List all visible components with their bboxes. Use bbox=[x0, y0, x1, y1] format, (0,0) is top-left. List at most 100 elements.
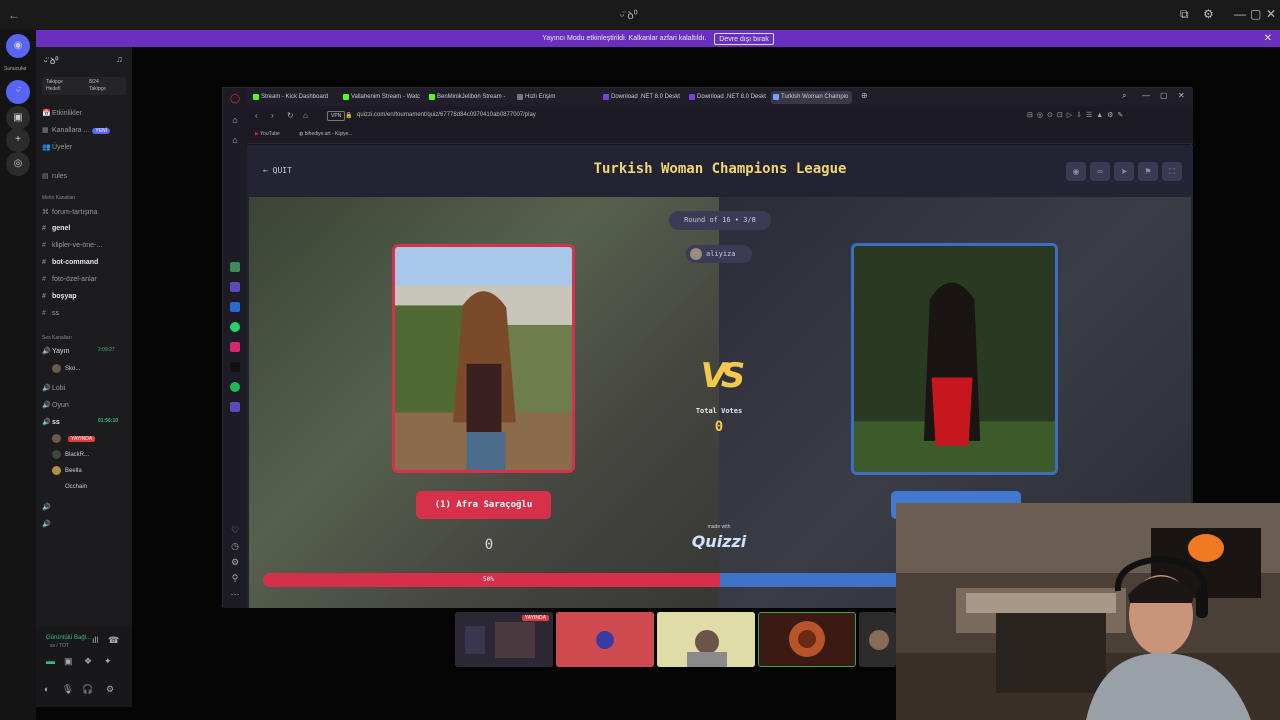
settings-icon[interactable]: ⚙ bbox=[229, 556, 241, 568]
notification-icon[interactable]: ♫ bbox=[116, 54, 123, 64]
stream-thumbnail[interactable] bbox=[556, 612, 654, 667]
voice-user[interactable]: YAYINDA bbox=[52, 434, 96, 443]
voice-channel-ss[interactable]: 🔊ss 01:56:10 bbox=[42, 418, 118, 426]
vpn-badge[interactable]: VPN bbox=[327, 111, 346, 121]
minimize-button[interactable]: — bbox=[1142, 91, 1150, 100]
opera-icon[interactable]: ◯ bbox=[229, 92, 241, 104]
voice-channel[interactable]: 🔊 bbox=[42, 503, 52, 511]
voice-channel-lobi[interactable]: 🔊Lobi bbox=[42, 384, 65, 392]
forward-icon[interactable]: › bbox=[271, 111, 274, 120]
noise-icon[interactable]: ıll bbox=[92, 635, 99, 645]
tab[interactable]: Stream - Kick Dashboard bbox=[251, 91, 328, 104]
sidebar-app-icon[interactable] bbox=[230, 262, 240, 272]
follower-goal[interactable]: Takipçe Hedefi 8/24 Takipçe bbox=[42, 77, 126, 95]
channel-bot-command[interactable]: # bot-command bbox=[42, 259, 98, 266]
channel-klipler[interactable]: # klipler-ve-öne-... bbox=[42, 242, 102, 249]
flag-icon[interactable]: ⚑ bbox=[1138, 162, 1158, 181]
tab-active[interactable]: Turkish Woman Champio bbox=[771, 91, 853, 104]
spotify-icon[interactable] bbox=[230, 382, 240, 392]
explore-icon[interactable]: ◎ bbox=[6, 152, 30, 176]
voice-channel-yayin[interactable]: 🔊Yayın 2:09:27 bbox=[42, 347, 115, 355]
screen-share-icon[interactable]: ▣ bbox=[64, 656, 73, 667]
new-tab-button[interactable]: ⊕ bbox=[861, 91, 868, 100]
x-icon[interactable] bbox=[230, 362, 240, 372]
headphones-icon[interactable]: 🎧 bbox=[82, 684, 93, 695]
more-icon[interactable]: ⋯ bbox=[229, 588, 241, 600]
sidebar-app-icon[interactable] bbox=[230, 282, 240, 292]
sidebar-item-events[interactable]: 📅Etkinlikler bbox=[42, 109, 82, 117]
back-icon[interactable]: ‹ bbox=[255, 111, 258, 120]
channel-foto[interactable]: # foto-özel-anlar bbox=[42, 276, 97, 283]
soundboard-icon[interactable]: ✦ bbox=[104, 656, 112, 667]
close-button[interactable]: ✕ bbox=[1266, 7, 1276, 21]
channel-ss[interactable]: # ss bbox=[42, 310, 59, 317]
messenger-icon[interactable] bbox=[230, 302, 240, 312]
history-icon[interactable]: ◷ bbox=[229, 540, 241, 552]
tab[interactable]: Download .NET 8.0 Deskt bbox=[601, 91, 680, 104]
pin-icon[interactable]: ⚲ bbox=[229, 572, 241, 584]
fullscreen-icon[interactable]: ⛶ bbox=[1162, 162, 1182, 181]
tab[interactable]: Download .NET 8.0 Deskt bbox=[687, 91, 766, 104]
minimize-button[interactable]: — bbox=[1234, 7, 1246, 21]
server-icon[interactable]: ▣ bbox=[6, 106, 30, 130]
tab[interactable]: Hızlı Erişim bbox=[515, 91, 555, 104]
discord-home-icon[interactable]: ◉ bbox=[6, 34, 30, 58]
tab[interactable]: Vallahenim Stream - Watc bbox=[341, 91, 420, 104]
back-arrow-icon[interactable]: ← bbox=[8, 8, 20, 22]
add-server-icon[interactable]: + bbox=[6, 128, 30, 152]
sidebar-item-members[interactable]: 👥Üyeler bbox=[42, 143, 72, 151]
toolbar-icons[interactable]: ⊟◎⊙⊡▷⇩☰▲⚙✎ bbox=[1027, 111, 1127, 119]
stream-thumbnail[interactable] bbox=[859, 612, 896, 667]
eye-icon[interactable]: ◉ bbox=[1066, 162, 1086, 181]
vote-left-button[interactable]: (1) Afra Saraçoğlu bbox=[416, 491, 551, 519]
voice-channel[interactable]: 🔊 bbox=[42, 520, 52, 528]
close-notice-icon[interactable]: ✕ bbox=[1264, 30, 1272, 47]
maximize-button[interactable]: ▢ bbox=[1250, 7, 1261, 21]
bookmark-youtube[interactable]: ▶ YouTube bbox=[255, 131, 280, 137]
sidebar-item-rules[interactable]: ▤ rules bbox=[42, 172, 67, 180]
server-name[interactable]: ᵕ̈ ꝺ⁰ bbox=[44, 54, 58, 67]
tab[interactable]: BenMinikJelibon Stream - bbox=[427, 91, 505, 104]
instagram-icon[interactable] bbox=[230, 342, 240, 352]
voice-user[interactable]: Sko... bbox=[52, 364, 80, 373]
channel-genel[interactable]: # genel bbox=[42, 225, 70, 232]
disable-streamer-mode-button[interactable]: Devre dışı bırak bbox=[714, 32, 774, 45]
whatsapp-icon[interactable] bbox=[230, 322, 240, 332]
settings-icon[interactable]: ⚙ bbox=[1203, 7, 1214, 21]
window-icon[interactable]: ⧉ bbox=[1180, 7, 1189, 22]
microphone-icon[interactable]: 🎙 bbox=[62, 684, 73, 695]
stream-thumbnail[interactable]: YAYINDA bbox=[455, 612, 553, 667]
url-input[interactable]: quizzi.com/en/tournament/quiz/67778d84c0… bbox=[357, 112, 536, 118]
stream-thumbnail[interactable] bbox=[758, 612, 856, 667]
home-icon[interactable]: ⌂ bbox=[303, 111, 308, 120]
voice-channel-oyun[interactable]: 🔊Oyun bbox=[42, 401, 69, 409]
quizzi-logo[interactable]: Quizzi bbox=[686, 532, 752, 552]
search-tabs-icon[interactable]: ⌕ bbox=[1122, 91, 1126, 101]
heart-icon[interactable]: ♡ bbox=[229, 524, 241, 536]
creator-badge[interactable]: aliyiza bbox=[686, 245, 752, 263]
contestant-left-card[interactable] bbox=[392, 244, 575, 473]
maximize-button[interactable]: ▢ bbox=[1160, 91, 1168, 100]
lock-icon[interactable]: 🔒 bbox=[345, 112, 352, 119]
link-icon[interactable]: ∞ bbox=[1090, 162, 1110, 181]
server-icon[interactable]: ᵕ̈ bbox=[6, 80, 30, 104]
voice-user[interactable]: Beella bbox=[52, 466, 82, 475]
close-button[interactable]: ✕ bbox=[1178, 91, 1185, 100]
sidebar-item-browse-channels[interactable]: ▦ Kanallara ... YENİ bbox=[42, 126, 111, 134]
stream-thumbnail[interactable] bbox=[657, 612, 755, 667]
activities-icon[interactable]: ❖ bbox=[84, 656, 92, 667]
disconnect-icon[interactable]: ☎ bbox=[108, 635, 119, 646]
text-channels-category[interactable]: Metin Kanalları bbox=[42, 195, 75, 201]
voice-channels-category[interactable]: Ses Kanalları bbox=[42, 335, 72, 341]
avatar[interactable]: ◐ bbox=[44, 684, 49, 694]
contestant-right-card[interactable] bbox=[851, 243, 1058, 475]
sidebar-app-icon[interactable] bbox=[230, 402, 240, 412]
voice-user[interactable]: BlackR... bbox=[52, 450, 89, 459]
share-icon[interactable]: ➤ bbox=[1114, 162, 1134, 181]
bookmark-bihediye[interactable]: ◍ bihediye.art - Kişiye... bbox=[299, 131, 353, 137]
user-settings-icon[interactable]: ⚙ bbox=[106, 684, 114, 695]
speed-dial-icon[interactable]: ⌂ bbox=[229, 134, 241, 146]
reload-icon[interactable]: ↻ bbox=[287, 111, 294, 120]
channel-forum[interactable]: ⌘ forum-tartışma bbox=[42, 208, 98, 216]
channel-bosyap[interactable]: # boşyap bbox=[42, 293, 77, 300]
